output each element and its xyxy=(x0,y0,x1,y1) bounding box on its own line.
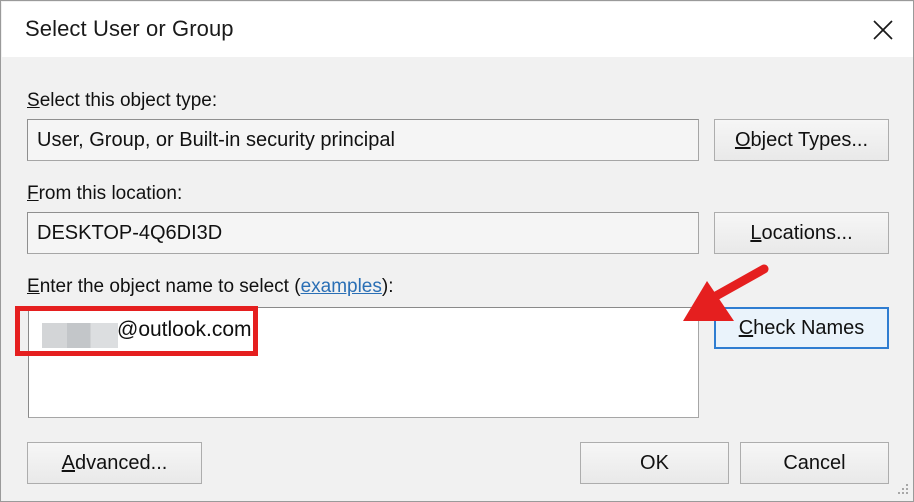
object-types-button-label: bject Types... xyxy=(750,128,869,151)
object-type-label: Select this object type: xyxy=(27,90,217,112)
advanced-button-label: dvanced... xyxy=(75,451,168,474)
dialog-body: Select this object type: User, Group, or… xyxy=(2,57,913,501)
object-name-label-accel: E xyxy=(27,276,40,297)
advanced-button[interactable]: Advanced... xyxy=(27,442,202,484)
locations-button-accel: L xyxy=(750,221,762,244)
object-name-input[interactable]: @outlook.com xyxy=(28,307,699,418)
object-name-label-end: ): xyxy=(381,276,394,297)
object-name-label-mid: nter the object name to select ( xyxy=(39,276,301,297)
close-button[interactable] xyxy=(852,2,913,57)
ok-button[interactable]: OK xyxy=(580,442,729,484)
locations-button-label: ocations... xyxy=(761,221,853,244)
advanced-button-accel: A xyxy=(61,451,76,474)
title-bar: Select User or Group xyxy=(2,2,913,58)
check-names-button[interactable]: Check Names xyxy=(714,307,889,349)
location-value[interactable]: DESKTOP-4Q6DI3D xyxy=(27,212,699,254)
object-type-label-rest: elect this object type: xyxy=(39,90,218,111)
object-type-label-accel: S xyxy=(27,90,40,111)
page-title: Select User or Group xyxy=(25,16,234,41)
location-label: From this location: xyxy=(27,183,182,205)
close-icon xyxy=(871,18,895,42)
object-types-button[interactable]: Object Types... xyxy=(714,119,889,161)
object-name-label: Enter the object name to select (example… xyxy=(27,276,394,298)
location-label-accel: F xyxy=(27,183,39,204)
object-types-button-accel: O xyxy=(734,128,751,151)
object-type-value[interactable]: User, Group, or Built-in security princi… xyxy=(27,119,699,161)
object-name-value: @outlook.com xyxy=(117,318,252,341)
examples-link[interactable]: examples xyxy=(301,276,382,297)
location-label-rest: rom this location: xyxy=(38,183,183,204)
check-names-button-label: heck Names xyxy=(753,316,865,339)
select-user-or-group-dialog: Select User or Group Select this object … xyxy=(0,0,914,502)
cancel-button[interactable]: Cancel xyxy=(740,442,889,484)
redacted-username xyxy=(42,323,118,348)
locations-button[interactable]: Locations... xyxy=(714,212,889,254)
resize-grip[interactable] xyxy=(894,482,910,498)
check-names-button-accel: C xyxy=(738,316,754,339)
